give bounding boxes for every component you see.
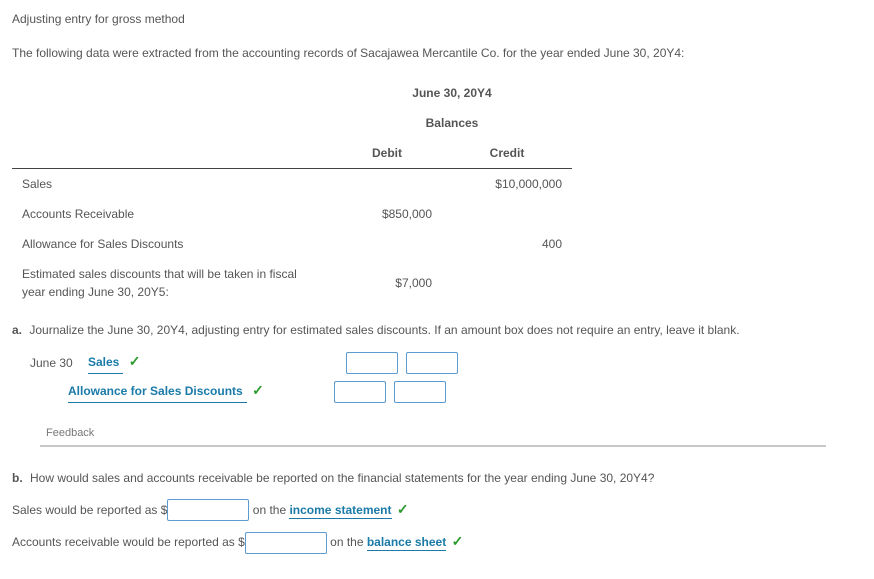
entry-date: June 30 xyxy=(30,354,80,372)
statement-dropdown-2[interactable]: balance sheet xyxy=(367,535,446,551)
line2-pre: Accounts receivable would be reported as… xyxy=(12,535,245,549)
journal-entry-line-1: June 30 Sales ✓ xyxy=(30,351,862,374)
question-a: a. Journalize the June 30, 20Y4, adjusti… xyxy=(12,321,862,339)
balances-header-date: June 30, 20Y4 xyxy=(332,78,572,108)
ar-amount-input[interactable] xyxy=(245,532,327,554)
account-dropdown-allowance[interactable]: Allowance for Sales Discounts xyxy=(68,382,247,403)
journal-entry-line-2: Allowance for Sales Discounts ✓ xyxy=(68,380,862,403)
line2-mid: on the xyxy=(327,535,367,549)
checkmark-icon: ✓ xyxy=(129,353,141,369)
question-b: b. How would sales and accounts receivab… xyxy=(12,469,862,487)
sales-amount-input[interactable] xyxy=(167,499,249,521)
page-title: Adjusting entry for gross method xyxy=(12,10,862,28)
row-credit: 400 xyxy=(442,229,572,259)
credit-input-2[interactable] xyxy=(394,381,446,403)
part-b-line-2: Accounts receivable would be reported as… xyxy=(12,531,862,554)
row-debit: $7,000 xyxy=(332,259,442,307)
part-b-label: b. xyxy=(12,471,23,485)
part-b-line-1: Sales would be reported as $ on the inco… xyxy=(12,499,862,522)
row-label: Accounts Receivable xyxy=(12,199,332,229)
debit-input-2[interactable] xyxy=(334,381,386,403)
row-debit xyxy=(332,169,442,200)
row-label: Allowance for Sales Discounts xyxy=(12,229,332,259)
statement-dropdown-1[interactable]: income statement xyxy=(289,503,391,519)
intro-text: The following data were extracted from t… xyxy=(12,44,862,62)
part-a-text: Journalize the June 30, 20Y4, adjusting … xyxy=(29,323,739,337)
line1-mid: on the xyxy=(249,503,289,517)
col-debit: Debit xyxy=(332,138,442,169)
feedback-toggle[interactable]: Feedback xyxy=(40,425,826,447)
balances-header-label: Balances xyxy=(332,108,572,138)
checkmark-icon: ✓ xyxy=(452,533,464,549)
account-dropdown-sales[interactable]: Sales xyxy=(88,353,123,374)
row-credit xyxy=(442,199,572,229)
row-label: Estimated sales discounts that will be t… xyxy=(12,259,332,307)
col-credit: Credit xyxy=(442,138,572,169)
row-credit xyxy=(442,259,572,307)
checkmark-icon: ✓ xyxy=(252,382,264,398)
part-b-text: How would sales and accounts receivable … xyxy=(30,471,654,485)
row-credit: $10,000,000 xyxy=(442,169,572,200)
checkmark-icon: ✓ xyxy=(397,501,409,517)
part-a-label: a. xyxy=(12,323,22,337)
debit-input-1[interactable] xyxy=(346,352,398,374)
credit-input-1[interactable] xyxy=(406,352,458,374)
row-debit: $850,000 xyxy=(332,199,442,229)
balances-table: June 30, 20Y4 Balances Debit Credit Sale… xyxy=(12,78,572,307)
row-label: Sales xyxy=(12,169,332,200)
line1-pre: Sales would be reported as $ xyxy=(12,503,167,517)
row-debit xyxy=(332,229,442,259)
